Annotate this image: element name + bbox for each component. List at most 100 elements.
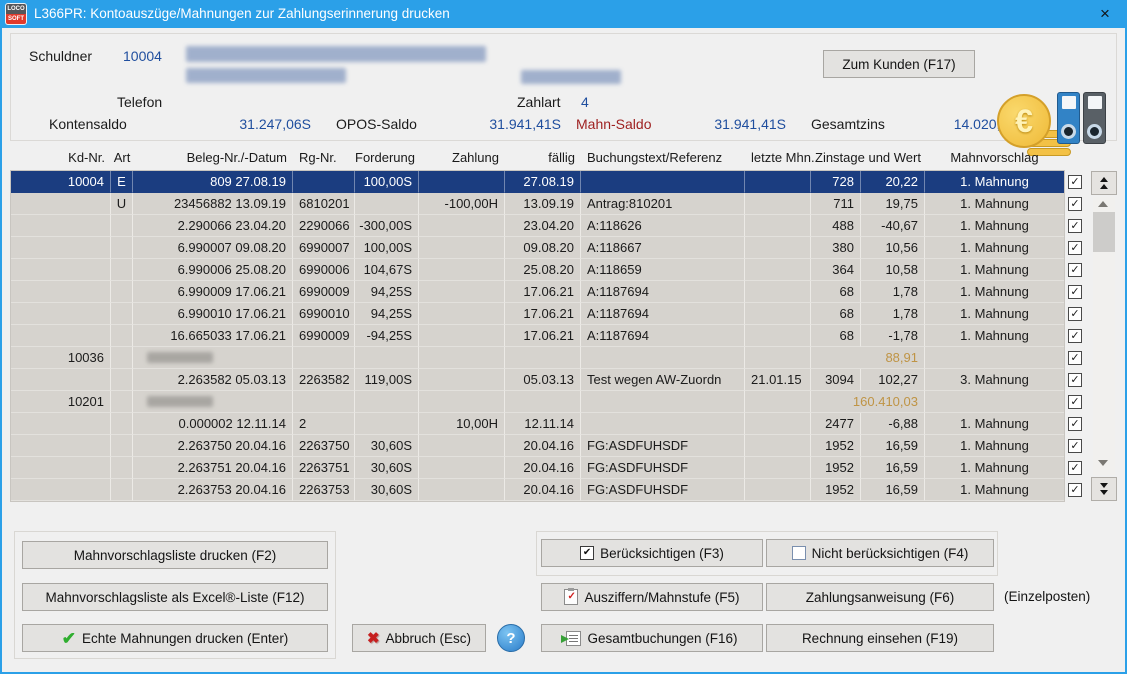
cell-letzte [745, 413, 811, 435]
table-row[interactable]: 0.000002 12.11.14210,00H12.11.142477-6,8… [11, 413, 1064, 435]
echte-mahnungen-drucken-button[interactable]: Echte Mahnungen drucken (Enter) [22, 624, 328, 652]
cell-forderung [355, 391, 419, 413]
cell-wert: -40,67 [861, 215, 925, 237]
cell-art [111, 259, 133, 281]
excel-liste-button[interactable]: Mahnvorschlagsliste als Excel®-Liste (F1… [22, 583, 328, 611]
row-include-checkbox[interactable]: ✓ [1068, 461, 1082, 475]
cell-faellig: 20.04.16 [505, 479, 581, 501]
abbruch-button[interactable]: Abbruch (Esc) [352, 624, 486, 652]
row-include-checkbox[interactable]: ✓ [1068, 395, 1082, 409]
scrollbar-thumb[interactable] [1093, 212, 1115, 252]
table-row[interactable]: 6.990007 09.08.206990007100,00S09.08.20A… [11, 237, 1064, 259]
cell-letzte [745, 303, 811, 325]
row-include-checkbox[interactable]: ✓ [1068, 285, 1082, 299]
rechnung-einsehen-button[interactable]: Rechnung einsehen (F19) [766, 624, 994, 652]
zum-kunden-button[interactable]: Zum Kunden (F17) [823, 50, 975, 78]
gesamtbuchungen-button[interactable]: Gesamtbuchungen (F16) [541, 624, 763, 652]
row-include-checkbox[interactable]: ✓ [1068, 329, 1082, 343]
cell-rg: 2263750 [293, 435, 355, 457]
nicht-beruecksichtigen-button[interactable]: Nicht berücksichtigen (F4) [766, 539, 994, 567]
row-include-checkbox[interactable]: ✓ [1068, 175, 1082, 189]
cell-wert: 88,91 [811, 347, 925, 369]
cell-forderung: 104,67S [355, 259, 419, 281]
beruecksichtigen-button[interactable]: Berücksichtigen (F3) [541, 539, 763, 567]
cell-rg: 2290066 [293, 215, 355, 237]
cell-text: A:1187694 [581, 303, 745, 325]
row-include-checkbox[interactable]: ✓ [1068, 439, 1082, 453]
cell-forderung [355, 193, 419, 215]
cell-art [111, 237, 133, 259]
cell-text [581, 347, 745, 369]
cell-art [111, 215, 133, 237]
cell-zinstage: 364 [811, 259, 861, 281]
double-down-arrow-icon [1100, 490, 1108, 495]
table-row[interactable]: 2.290066 23.04.202290066-300,00S23.04.20… [11, 215, 1064, 237]
cell-text: A:118659 [581, 259, 745, 281]
table-row[interactable]: 10004E809 27.08.19100,00S27.08.1972820,2… [11, 171, 1064, 193]
checked-checkbox-icon [580, 546, 594, 560]
cell-zinstage: 68 [811, 325, 861, 347]
cell-zahlung [419, 435, 505, 457]
cell-faellig: 25.08.20 [505, 259, 581, 281]
table-row[interactable]: 2.263582 05.03.132263582119,00S05.03.13T… [11, 369, 1064, 391]
table-row[interactable]: 2.263753 20.04.16226375330,60S20.04.16FG… [11, 479, 1064, 501]
scroll-down-arrow-icon[interactable] [1098, 460, 1108, 466]
table-row[interactable]: 6.990006 25.08.206990006104,67S25.08.20A… [11, 259, 1064, 281]
redacted-customer-name [147, 352, 213, 363]
cell-zahlung [419, 281, 505, 303]
column-header: Zinstage und Wert [811, 147, 925, 170]
cell-rg: 6990009 [293, 325, 355, 347]
cell-faellig: 27.08.19 [505, 171, 581, 193]
cell-letzte [745, 347, 811, 369]
einzelposten-label: (Einzelposten) [1004, 589, 1090, 604]
scroll-first-button[interactable] [1091, 171, 1117, 195]
ausziffern-mahnstufe-button[interactable]: Ausziffern/Mahnstufe (F5) [541, 583, 763, 611]
row-include-checkbox[interactable]: ✓ [1068, 351, 1082, 365]
table-row[interactable]: 10201160.410,03 [11, 391, 1064, 413]
binder-gray-icon [1083, 92, 1106, 144]
scroll-up-arrow-icon[interactable] [1098, 201, 1108, 207]
cell-zahlung [419, 237, 505, 259]
cell-wert: 19,75 [861, 193, 925, 215]
table-row[interactable]: U23456882 13.09.196810201-100,00H13.09.1… [11, 193, 1064, 215]
cell-art [111, 435, 133, 457]
row-include-checkbox[interactable]: ✓ [1068, 197, 1082, 211]
redacted-customer-name [147, 396, 213, 407]
cell-text [581, 171, 745, 193]
redacted-debtor-name-line2 [186, 68, 346, 83]
column-header: Zahlung [419, 147, 505, 170]
cell-rg: 6990009 [293, 281, 355, 303]
close-icon[interactable]: × [1089, 0, 1121, 28]
table-row[interactable]: 2.263751 20.04.16226375130,60S20.04.16FG… [11, 457, 1064, 479]
binder-label [1088, 96, 1102, 109]
cell-forderung: 94,25S [355, 303, 419, 325]
cell-mahn: 3. Mahnung [925, 369, 1064, 391]
table-row[interactable]: 6.990009 17.06.21699000994,25S17.06.21A:… [11, 281, 1064, 303]
table-row[interactable]: 6.990010 17.06.21699001094,25S17.06.21A:… [11, 303, 1064, 325]
cell-kd: 10036 [11, 347, 111, 369]
cell-zinstage: 1952 [811, 435, 861, 457]
cell-faellig: 17.06.21 [505, 303, 581, 325]
ledger-grid: 10004E809 27.08.19100,00S27.08.1972820,2… [10, 170, 1065, 502]
help-button[interactable] [497, 624, 525, 652]
cell-text: FG:ASDFUHSDF [581, 479, 745, 501]
row-include-checkbox[interactable]: ✓ [1068, 483, 1082, 497]
row-include-checkbox[interactable]: ✓ [1068, 373, 1082, 387]
cell-kd: 10201 [11, 391, 111, 413]
table-row[interactable]: 16.665033 17.06.216990009-94,25S17.06.21… [11, 325, 1064, 347]
cell-zahlung [419, 259, 505, 281]
row-include-checkbox[interactable]: ✓ [1068, 417, 1082, 431]
row-include-checkbox[interactable]: ✓ [1068, 219, 1082, 233]
row-include-checkbox[interactable]: ✓ [1068, 307, 1082, 321]
table-row[interactable]: 2.263750 20.04.16226375030,60S20.04.16FG… [11, 435, 1064, 457]
table-row[interactable]: 10036 88,91 [11, 347, 1064, 369]
row-include-checkbox[interactable]: ✓ [1068, 263, 1082, 277]
zahlungsanweisung-button[interactable]: Zahlungsanweisung (F6) [766, 583, 994, 611]
mahnvorschlagsliste-drucken-button[interactable]: Mahnvorschlagsliste drucken (F2) [22, 541, 328, 569]
row-include-checkbox[interactable]: ✓ [1068, 241, 1082, 255]
scroll-last-button[interactable] [1091, 477, 1117, 501]
binder-ring [1061, 124, 1076, 139]
cell-wert: 16,59 [861, 435, 925, 457]
button-label: Mahnvorschlagsliste drucken (F2) [74, 548, 277, 563]
opos-saldo-value: 31.941,41S [461, 116, 561, 132]
